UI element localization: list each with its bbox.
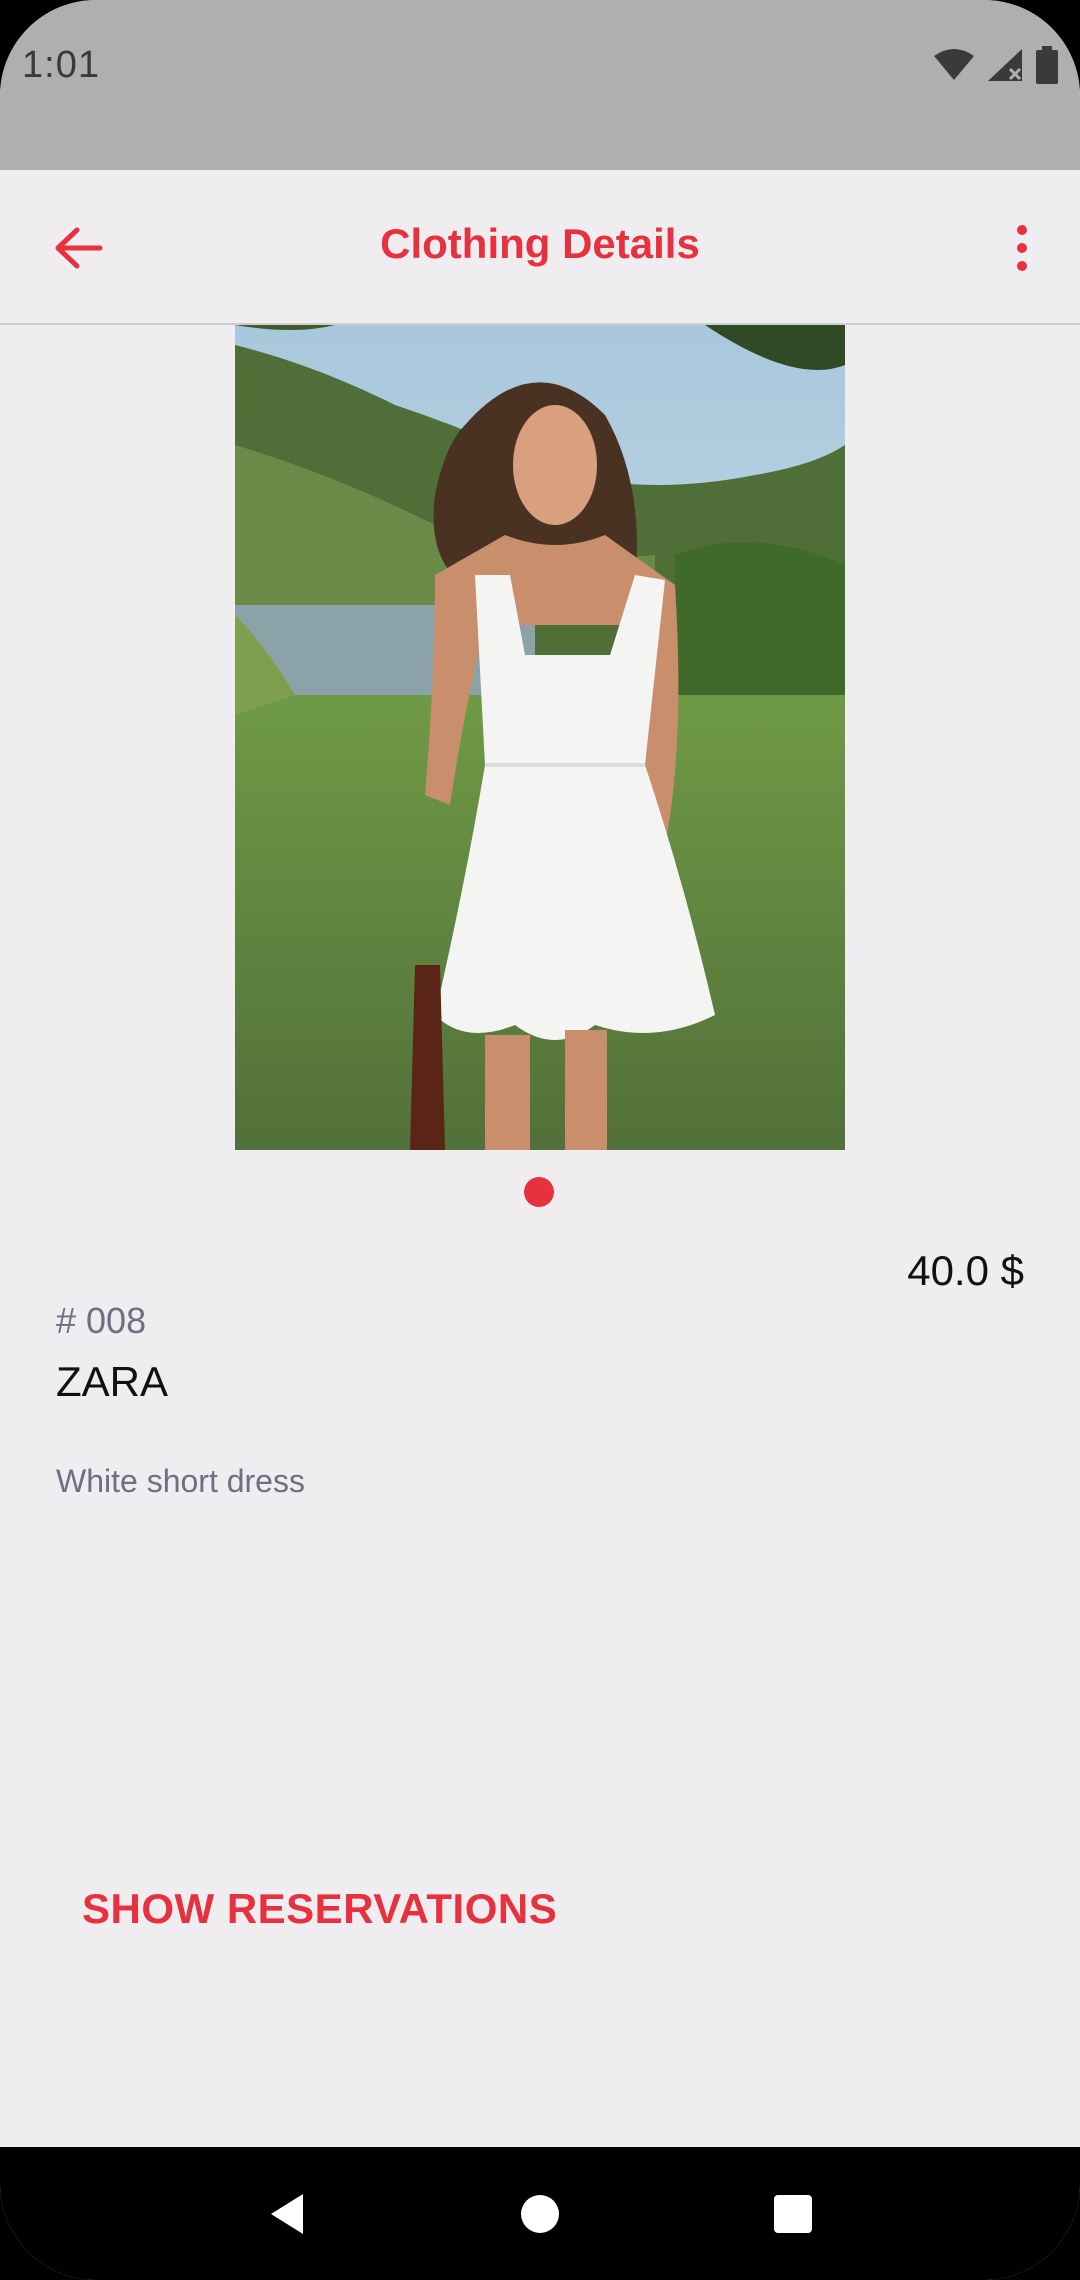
- nav-back-button[interactable]: [247, 2174, 327, 2254]
- brand-name: ZARA: [56, 1358, 169, 1405]
- recents-square-icon: [774, 2194, 813, 2233]
- nav-recents-button[interactable]: [753, 2174, 833, 2254]
- back-triangle-icon: [270, 2193, 303, 2234]
- page-title: Clothing Details: [380, 220, 700, 267]
- item-number: # 008: [56, 1300, 147, 1341]
- app-bar: Clothing Details: [0, 170, 1080, 325]
- status-bar: 1:01: [0, 0, 1080, 170]
- wifi-icon: [934, 48, 974, 82]
- signal-icon: [986, 47, 1024, 83]
- show-reservations-button[interactable]: SHOW RESERVATIONS: [82, 1885, 557, 1933]
- system-nav-bar: [0, 2147, 1080, 2280]
- screen: 1:01 Clothing Details 40.0 $ # 008 ZARA …: [0, 0, 1080, 2280]
- battery-icon: [1036, 46, 1058, 84]
- item-description: White short dress: [56, 1463, 305, 1499]
- status-time: 1:01: [22, 44, 100, 86]
- status-icons: [934, 46, 1058, 84]
- more-vert-icon: [1017, 225, 1027, 271]
- home-circle-icon: [520, 2194, 559, 2233]
- product-image[interactable]: [235, 325, 845, 1150]
- nav-home-button[interactable]: [500, 2174, 580, 2254]
- more-options-button[interactable]: [984, 210, 1060, 286]
- price-label: 40.0 $: [907, 1247, 1024, 1294]
- pager-indicator-dot[interactable]: [524, 1177, 554, 1207]
